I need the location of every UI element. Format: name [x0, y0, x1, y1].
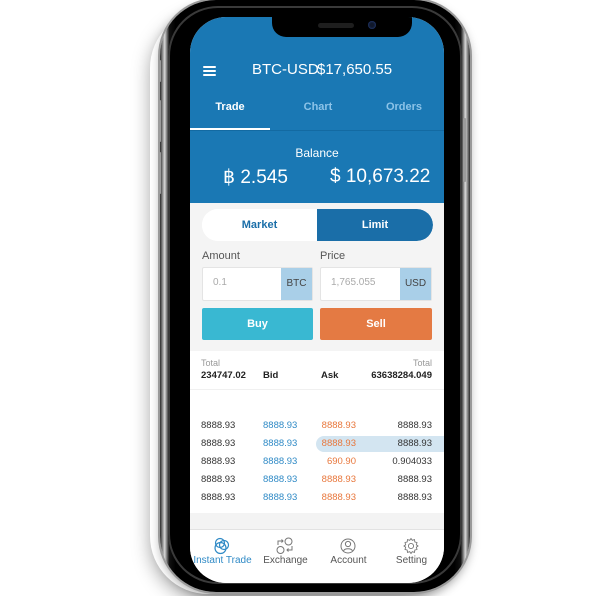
- exchange-icon: [276, 537, 293, 554]
- nav-label: Account: [330, 555, 367, 566]
- tab-trade[interactable]: Trade: [190, 101, 270, 113]
- row-total: 8888.93: [201, 420, 236, 431]
- nav-setting[interactable]: Setting: [380, 530, 443, 583]
- amount-unit: BTC: [281, 268, 312, 300]
- row-bid: 8888.93: [263, 474, 298, 485]
- tab-chart[interactable]: Chart: [278, 101, 358, 113]
- row-total: 8888.93: [201, 492, 236, 503]
- volume-up-button: [158, 100, 161, 142]
- limit-button[interactable]: Limit: [317, 209, 433, 241]
- order-book-row[interactable]: 8888.93 8888.93 8888.93 8888.93: [190, 436, 444, 452]
- row-ask: 8888.93: [321, 492, 356, 503]
- app-screen: BTC-USD $17,650.55 Trade Chart Orders Ba…: [190, 17, 444, 583]
- nav-instant-trade[interactable]: Instant Trade: [191, 530, 254, 583]
- nav-label: Setting: [395, 555, 428, 566]
- order-book-row[interactable]: 8888.93 8888.93 8888.93 8888.93: [190, 490, 444, 506]
- power-button: [463, 118, 466, 182]
- row-bid: 8888.93: [263, 456, 298, 467]
- row-ask: 690.90: [326, 456, 356, 467]
- nav-exchange[interactable]: Exchange: [254, 530, 317, 583]
- trading-pair: BTC-USD: [252, 61, 319, 78]
- row-ask: 8888.93: [321, 474, 356, 485]
- order-book: Total Total 234747.02 Bid Ask 63638284.0…: [190, 351, 444, 513]
- pair-price: $17,650.55: [317, 61, 393, 78]
- total-label-left: Total: [201, 358, 221, 368]
- front-camera: [368, 21, 376, 29]
- row-amount: 8888.93: [397, 438, 432, 449]
- order-book-row[interactable]: 8888.93 8888.93 690.90 0.904033: [190, 454, 444, 470]
- order-book-row[interactable]: 8888.93 8888.93 8888.93 8888.93: [190, 472, 444, 488]
- price-unit: USD: [400, 268, 431, 300]
- row-total: 8888.93: [201, 456, 236, 467]
- amount-value: 0.1: [213, 277, 227, 288]
- total-left-value: 234747.02: [201, 370, 246, 381]
- balance-usd: $ 10,673.22: [330, 166, 431, 187]
- order-book-divider: [190, 389, 444, 390]
- volume-down-button: [158, 152, 161, 194]
- notch: [272, 17, 412, 37]
- bottom-nav: Instant Trade Exchange Account Setting: [190, 530, 444, 583]
- tab-divider: [190, 130, 444, 131]
- price-value: 1,765.055: [331, 277, 376, 288]
- balance-btc: ฿ 2.545: [223, 167, 288, 188]
- gear-icon: [403, 537, 419, 555]
- row-ask: 8888.93: [321, 420, 356, 431]
- amount-field[interactable]: 0.1 BTC: [202, 267, 313, 301]
- nav-label: Exchange: [263, 555, 308, 566]
- balance-label: Balance: [295, 146, 339, 160]
- nav-account[interactable]: Account: [317, 530, 380, 583]
- tab-bar: Trade Chart Orders: [190, 101, 444, 131]
- order-book-footer: [190, 513, 444, 530]
- account-icon: [340, 538, 356, 554]
- sell-button[interactable]: Sell: [320, 308, 432, 340]
- order-type-toggle: Market Limit: [202, 209, 433, 241]
- row-bid: 8888.93: [263, 438, 298, 449]
- speaker-grille: [318, 23, 354, 28]
- total-right-value: 63638284.049: [371, 370, 432, 381]
- row-amount: 8888.93: [397, 492, 432, 503]
- hamburger-menu-icon[interactable]: [203, 66, 216, 76]
- mute-switch: [158, 60, 161, 82]
- instant-trade-icon: [214, 537, 230, 555]
- tab-orders[interactable]: Orders: [364, 101, 444, 113]
- price-label: Price: [320, 250, 346, 262]
- ask-header: Ask: [321, 370, 339, 381]
- row-ask: 8888.93: [321, 438, 356, 449]
- nav-label: Instant Trade: [193, 555, 252, 566]
- row-bid: 8888.93: [263, 492, 298, 503]
- row-total: 8888.93: [201, 438, 236, 449]
- buy-button[interactable]: Buy: [202, 308, 313, 340]
- amount-label: Amount: [202, 250, 240, 262]
- row-total: 8888.93: [201, 474, 236, 485]
- row-amount: 8888.93: [397, 420, 432, 431]
- order-book-row[interactable]: 8888.93 8888.93 8888.93 8888.93: [190, 418, 444, 434]
- header-panel: BTC-USD $17,650.55 Trade Chart Orders Ba…: [190, 17, 444, 203]
- row-bid: 8888.93: [263, 420, 298, 431]
- row-amount: 8888.93: [397, 474, 432, 485]
- bid-header: Bid: [263, 370, 279, 381]
- total-label-right: Total: [412, 358, 432, 368]
- row-amount: 0.904033: [392, 456, 432, 467]
- market-button[interactable]: Market: [202, 209, 317, 241]
- price-field[interactable]: 1,765.055 USD: [320, 267, 432, 301]
